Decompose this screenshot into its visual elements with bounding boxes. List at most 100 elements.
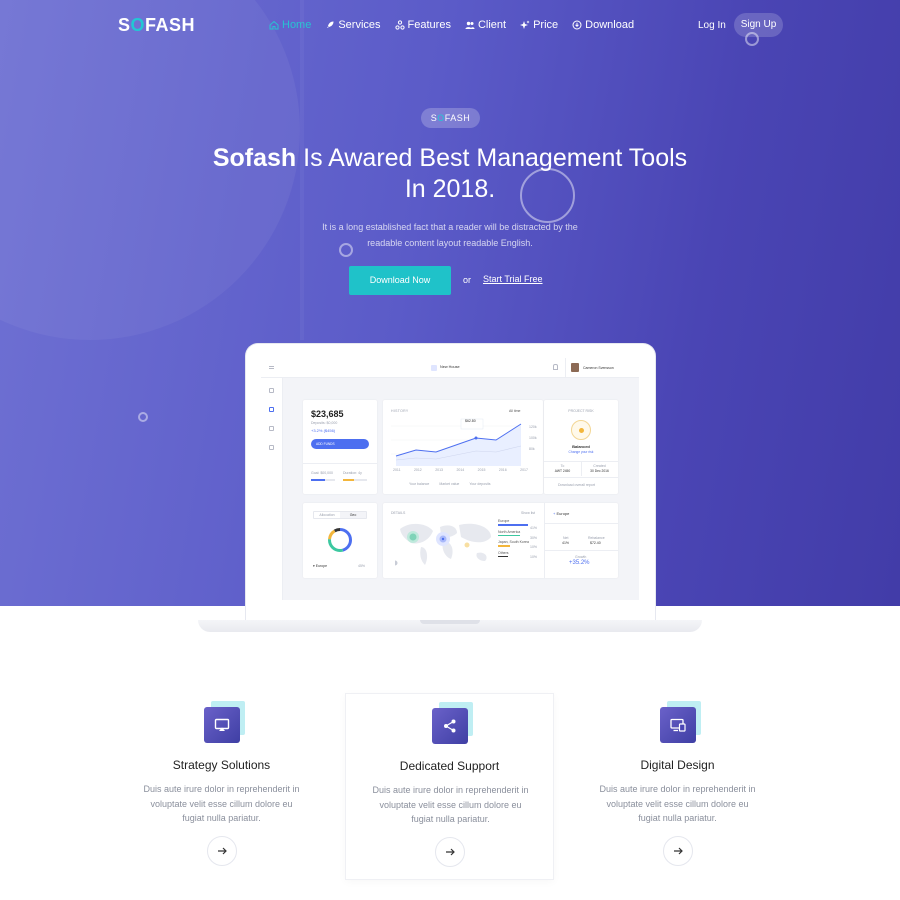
feature-title: Strategy Solutions — [172, 758, 271, 772]
dashboard-sidebar — [261, 378, 283, 600]
nodes-icon — [394, 20, 405, 30]
tab-geo[interactable]: Geo — [340, 512, 366, 518]
growth-label: Growth — [575, 555, 587, 559]
top-nav: SOFASH Home Services Features Client Pri… — [0, 0, 900, 52]
add-funds-button[interactable]: ADD FUNDS — [311, 439, 369, 449]
logo[interactable]: SOFASH — [118, 15, 195, 36]
balance-value: $23,685 — [311, 409, 344, 419]
sidebar-home-icon[interactable] — [269, 388, 274, 393]
feature-card-design: Digital Design Duis aute irure dolor in … — [573, 693, 782, 880]
balance-change: +3.2% ($456) — [311, 428, 336, 433]
topbar-title: New House — [440, 365, 460, 369]
stat2-value: 30 Dec 2016 — [590, 469, 609, 473]
login-link[interactable]: Log In — [698, 20, 726, 31]
duration-text: Duration: 4y — [343, 471, 362, 475]
sidebar-cart-icon[interactable] — [269, 426, 274, 431]
signup-button[interactable]: Sign Up — [734, 13, 783, 37]
decor-ring — [745, 32, 759, 46]
stat1-label: To — [560, 464, 565, 468]
donut-legend: ▾ Europe — [313, 564, 328, 568]
devices-icon — [669, 718, 686, 732]
balance-card: $23,685 Deposits: $0,000 +3.2% ($456) AD… — [303, 400, 377, 494]
home-icon — [269, 20, 279, 30]
nav-item-services[interactable]: Services — [325, 19, 381, 31]
avatar[interactable] — [571, 363, 579, 372]
details-map-card: DETAILS Show list Europe North America J… — [383, 503, 618, 578]
nav-item-client[interactable]: Client — [465, 19, 506, 31]
region-name: Europe — [498, 519, 510, 523]
main-menu: Home Services Features Client Price Down… — [269, 19, 648, 31]
nav-item-features[interactable]: Features — [394, 19, 451, 31]
nav-item-price[interactable]: Price — [520, 19, 558, 31]
feature-card-support: Dedicated Support Duis aute irure dolor … — [345, 693, 554, 880]
chart-x-axis: 2011 2012 2013 2014 2015 2016 2017 — [393, 468, 528, 472]
stat2-label: Created — [593, 464, 606, 468]
sidebar-folder-icon[interactable] — [269, 445, 274, 450]
eu-stat2-value: $72.40 — [590, 541, 601, 545]
world-map — [395, 523, 491, 566]
region-pct: 10% — [530, 545, 538, 549]
feature-description: Duis aute irure dolor in reprehenderit i… — [143, 784, 300, 823]
start-trial-link[interactable]: Start Trial Free — [483, 274, 543, 284]
project-risk-label: PROJECT RISK — [568, 409, 594, 413]
share-icon — [443, 719, 455, 733]
menu-icon — [269, 366, 274, 369]
donut-chart — [328, 528, 352, 552]
project-risk-card: PROJECT RISK Balanced Change your risk T… — [544, 400, 618, 494]
tab-allocation[interactable]: Allocation — [314, 512, 340, 518]
feature-description: Duis aute irure dolor in reprehenderit i… — [599, 784, 756, 823]
change-risk-link[interactable]: Change your risk — [544, 450, 618, 454]
chart-tooltip: $62.80 — [465, 419, 476, 423]
arrow-right-icon — [673, 847, 683, 855]
feature-arrow-button[interactable] — [206, 836, 237, 866]
feature-icon — [659, 701, 702, 747]
monitor-icon — [214, 718, 229, 731]
region-pct: 30% — [530, 535, 538, 540]
arrow-right-icon — [445, 848, 455, 856]
feature-icon — [431, 702, 474, 748]
laptop-mockup: New House Cameron Svensson $23,685 Depos… — [246, 344, 655, 620]
download-report-link[interactable]: Download overall report — [558, 483, 595, 487]
laptop-base — [198, 620, 702, 632]
sparkle-icon — [520, 20, 530, 29]
rocket-icon — [327, 21, 334, 28]
arrow-right-icon — [217, 847, 227, 855]
feature-card-strategy: Strategy Solutions Duis aute irure dolor… — [117, 693, 326, 880]
chart-y-axis: 120k 100k 80k — [529, 425, 537, 451]
risk-value: Balanced — [572, 444, 590, 449]
nav-item-download[interactable]: Download — [572, 19, 634, 31]
hero-title: Sofash Is Awared Best Management Tools In… — [212, 144, 688, 203]
feature-arrow-button[interactable] — [662, 836, 693, 866]
feature-title: Digital Design — [640, 758, 715, 772]
region-pct: 41% — [530, 526, 538, 530]
risk-gauge — [571, 420, 591, 440]
hero-badge: SOFASH — [421, 108, 480, 128]
feature-icon — [203, 701, 246, 747]
dashboard-topbar: New House Cameron Svensson — [261, 358, 639, 378]
feature-description: Duis aute irure dolor in reprehenderit i… — [372, 785, 529, 824]
eu-stat2-label: Rebalance — [588, 536, 605, 540]
eu-stat1-value: 41% — [562, 541, 570, 545]
download-icon — [572, 20, 582, 30]
house-icon — [431, 365, 437, 371]
download-now-button[interactable]: Download Now — [349, 266, 451, 295]
hero-subtitle: It is a long established fact that a rea… — [322, 222, 578, 248]
growth-value: +35.2% — [569, 560, 590, 566]
user-name: Cameron Svensson — [583, 365, 614, 370]
sidebar-doc-icon[interactable] — [269, 407, 274, 412]
bell-icon[interactable] — [553, 364, 558, 370]
balance-sub: Deposits: $0,000 — [311, 421, 338, 425]
nav-item-home[interactable]: Home — [269, 19, 311, 31]
allocation-card: Allocation Geo ▾ Europe 45% — [303, 503, 377, 578]
goal-text: Goal: $00,000 — [311, 471, 333, 475]
users-icon — [465, 21, 475, 29]
history-card: HISTORY All time $62.80 2011 2012 2013 2014… — [383, 400, 543, 494]
chart-legend: Your balance Market value Your deposits — [409, 482, 491, 486]
eu-stat1-label: Net — [563, 536, 569, 540]
history-range-select[interactable]: All time — [509, 409, 520, 413]
or-text: or — [463, 275, 472, 285]
europe-title: + Europe — [553, 511, 570, 516]
show-list-link[interactable]: Show list — [521, 511, 535, 515]
feature-arrow-button[interactable] — [434, 837, 465, 867]
dashboard-screen: New House Cameron Svensson $23,685 Depos… — [261, 358, 639, 600]
